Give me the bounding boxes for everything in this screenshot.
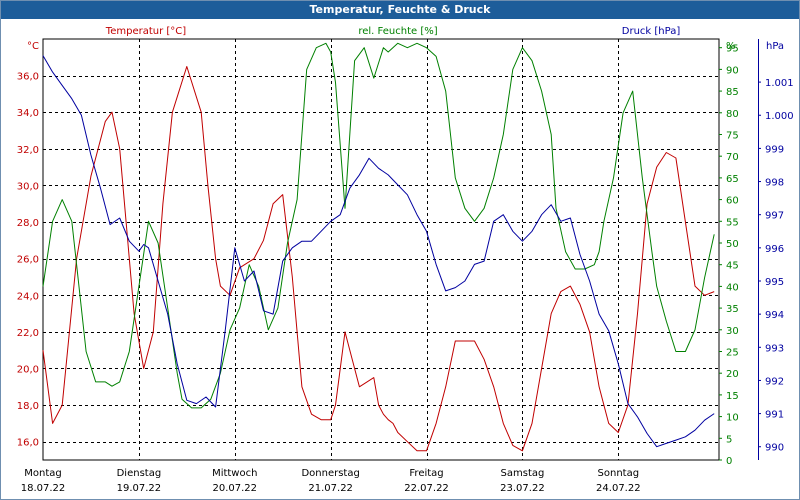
x-tick-date-label: 23.07.22: [500, 483, 545, 494]
x-tick-date-label: 18.07.22: [21, 483, 66, 494]
temperature-tick-label: 28,0: [17, 218, 39, 229]
humidity-tick-label: 25: [726, 347, 739, 358]
temperature-tick-label: 26,0: [17, 255, 39, 266]
x-tick-day-label: Mittwoch: [212, 468, 257, 479]
humidity-tick-label: 10: [726, 413, 739, 424]
humidity-tick-label: 40: [726, 282, 739, 293]
temperature-tick-label: 32,0: [17, 145, 39, 156]
x-tick-date-label: 19.07.22: [117, 483, 162, 494]
chart-area: °C 16,0 18,0 20,0 22,0 24,0 26,0 28,0 30,0 32,0 34…: [1, 19, 799, 499]
pressure-tick-label: 1.001: [765, 78, 794, 89]
pressure-axis-unit: hPa: [766, 41, 784, 52]
pressure-tick-label: 993: [765, 343, 784, 354]
temperature-tick-label: 34,0: [17, 108, 39, 119]
pressure-tick-label: 999: [765, 144, 784, 155]
humidity-tick-label: 30: [726, 326, 739, 337]
humidity-tick-label: 95: [726, 44, 739, 55]
humidity-tick-label: 45: [726, 261, 739, 272]
humidity-tick-label: 65: [726, 174, 739, 185]
humidity-tick-label: 70: [726, 152, 739, 163]
temperature-axis-unit: °C: [27, 41, 39, 52]
humidity-tick-label: 5: [726, 434, 732, 445]
pressure-tick-label: 991: [765, 410, 784, 421]
pressure-tick-label: 995: [765, 277, 784, 288]
legend-temperature: Temperatur [°C]: [105, 26, 186, 37]
pressure-tick-label: 1.000: [765, 111, 794, 122]
chart-svg: °C 16,0 18,0 20,0 22,0 24,0 26,0 28,0 30,0 32,0 34…: [17, 26, 794, 494]
x-tick-day-label: Sonntag: [598, 468, 640, 479]
pressure-tick-label: 994: [765, 310, 784, 321]
legend-humidity: rel. Feuchte [%]: [358, 26, 437, 37]
humidity-tick-label: 35: [726, 304, 739, 315]
humidity-tick-label: 85: [726, 87, 739, 98]
chart-window: Temperatur, Feuchte & Druck °C 16,0 18,0 20…: [0, 0, 800, 500]
x-tick-date-label: 20.07.22: [213, 483, 258, 494]
humidity-tick-label: 60: [726, 196, 739, 207]
x-tick-date-label: 24.07.22: [596, 483, 641, 494]
temperature-tick-label: 24,0: [17, 291, 39, 302]
x-tick-date-label: 22.07.22: [404, 483, 449, 494]
humidity-tick-label: 0: [726, 456, 732, 467]
temperature-tick-label: 22,0: [17, 328, 39, 339]
temperature-tick-label: 16,0: [17, 438, 39, 449]
temperature-tick-label: 20,0: [17, 364, 39, 375]
humidity-tick-label: 55: [726, 217, 739, 228]
x-tick-day-label: Samstag: [501, 468, 545, 479]
temperature-tick-label: 36,0: [17, 72, 39, 83]
humidity-tick-label: 15: [726, 391, 739, 402]
x-tick-day-label: Dienstag: [117, 468, 162, 479]
humidity-tick-label: 75: [726, 130, 739, 141]
x-tick-day-label: Montag: [24, 468, 61, 479]
x-tick-day-label: Donnerstag: [301, 468, 359, 479]
temperature-tick-label: 30,0: [17, 181, 39, 192]
pressure-tick-label: 997: [765, 211, 784, 222]
pressure-tick-label: 998: [765, 178, 784, 189]
temperature-tick-label: 18,0: [17, 401, 39, 412]
humidity-tick-label: 80: [726, 109, 739, 120]
x-tick-day-label: Freitag: [409, 468, 443, 479]
humidity-tick-label: 20: [726, 369, 739, 380]
pressure-tick-label: 990: [765, 443, 784, 454]
x-tick-date-label: 21.07.22: [308, 483, 353, 494]
pressure-tick-label: 992: [765, 376, 784, 387]
pressure-tick-label: 996: [765, 244, 784, 255]
humidity-tick-label: 90: [726, 65, 739, 76]
window-title: Temperatur, Feuchte & Druck: [1, 1, 799, 19]
humidity-tick-label: 50: [726, 239, 739, 250]
legend-pressure: Druck [hPa]: [622, 26, 681, 37]
